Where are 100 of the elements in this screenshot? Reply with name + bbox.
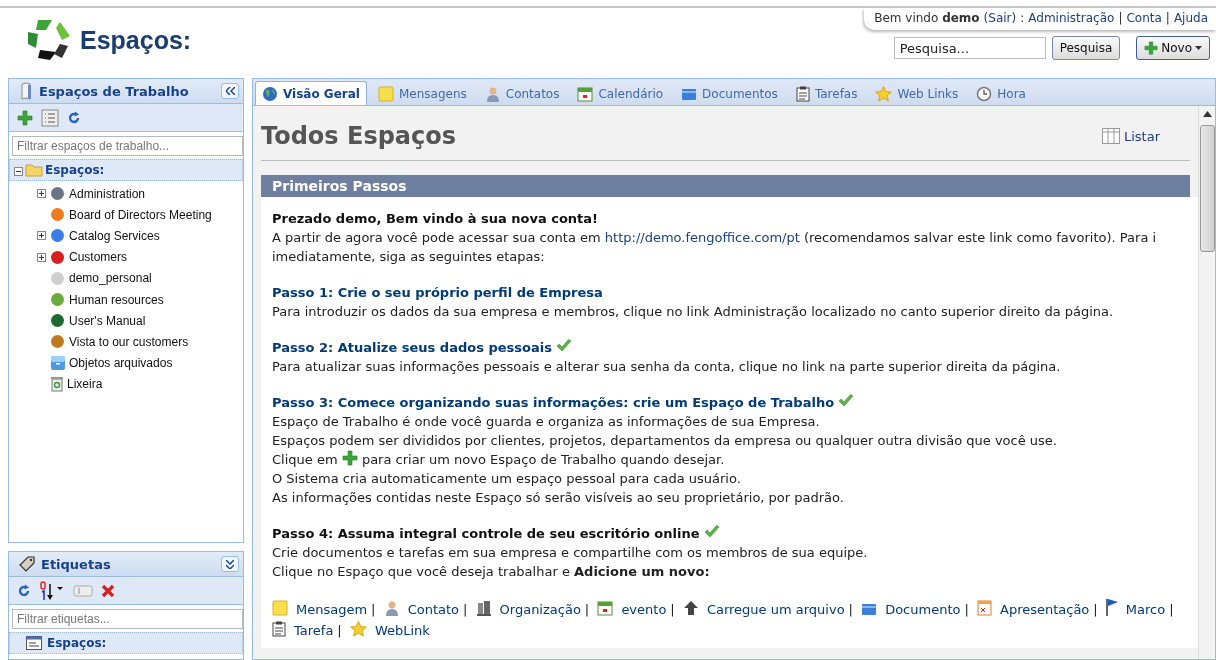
tree-item[interactable]: Espaços: xyxy=(45,163,105,177)
tree-item[interactable]: Human resources xyxy=(69,292,164,307)
quick-add-link[interactable]: WebLink xyxy=(374,623,430,638)
tab[interactable]: Tarefas xyxy=(788,81,865,105)
quick-add-link[interactable]: evento xyxy=(621,602,667,617)
url-link[interactable]: http://demo.fengoffice.com/pt xyxy=(604,230,800,245)
body-text: Clique em xyxy=(272,452,338,467)
plus-icon[interactable] xyxy=(341,450,358,466)
star-icon xyxy=(875,85,893,102)
tree-item[interactable]: Espaços: xyxy=(47,636,107,650)
step-title[interactable]: Passo 3: Comece organizando suas informações: crie um Espaço de Trabalho xyxy=(272,393,835,412)
list-view-button[interactable]: Listar xyxy=(1095,127,1166,145)
quick-add-link[interactable]: Apresentação xyxy=(1000,602,1090,617)
up-arrow-icon xyxy=(682,600,699,616)
step-title[interactable]: Passo 2: Atualize seus dados pessoais xyxy=(272,338,552,357)
scroll-thumb[interactable] xyxy=(1199,125,1215,252)
tree-item[interactable]: Catalog Services xyxy=(69,228,160,243)
body-text: A partir de agora você pode acessar sua conta em xyxy=(272,230,601,245)
body-text: Espaço de Trabalho é onde você guarda e organiza as informações de sua Empresa. xyxy=(272,413,821,431)
plus-icon[interactable] xyxy=(17,109,33,126)
tab[interactable]: Hora xyxy=(969,81,1033,105)
body-text: O Sistema cria automaticamente um espaço pessoal para cada usuário. xyxy=(272,470,742,488)
user-link[interactable]: Conta xyxy=(1126,11,1162,25)
double-chevron-down-icon xyxy=(226,559,234,569)
user-link[interactable]: Ajuda xyxy=(1173,11,1208,25)
body-text: Clique no Espaço que você deseja trabalhar e Adicione um novo: xyxy=(272,563,711,581)
clock-icon xyxy=(976,85,993,102)
tab[interactable]: Calendário xyxy=(570,81,671,105)
tab[interactable]: Contatos xyxy=(477,81,567,105)
flag-icon xyxy=(1105,598,1118,616)
caret-icon xyxy=(1195,46,1202,50)
expand-toggle[interactable] xyxy=(37,189,46,199)
quick-add-link[interactable]: Documento xyxy=(885,602,961,617)
star-icon xyxy=(349,621,367,637)
new-button[interactable]: Novo xyxy=(1136,36,1210,60)
tree-item[interactable]: Vista to our customers xyxy=(69,334,189,349)
panel-title: Espaços de Trabalho xyxy=(39,83,190,99)
tab[interactable]: Documentos xyxy=(674,81,785,105)
expand-toggle[interactable] xyxy=(37,252,46,262)
step-title[interactable]: Passo 1: Crie o seu próprio perfil de Empresa xyxy=(272,283,603,302)
tree-item[interactable]: User's Manual xyxy=(69,313,146,328)
panel-title: Etiquetas xyxy=(41,556,112,572)
separator: | xyxy=(1118,11,1123,25)
globe-icon xyxy=(262,85,278,102)
separator: | xyxy=(463,602,468,617)
book-icon xyxy=(19,82,33,100)
tree-item[interactable]: Board of Directors Meeting xyxy=(69,207,212,222)
user-link[interactable]: Administração xyxy=(1028,11,1115,25)
tab[interactable]: Mensagens xyxy=(370,81,474,105)
welcome-text: Bem vindo demo xyxy=(874,11,980,25)
tab[interactable]: Web Links xyxy=(868,81,966,105)
expand-button[interactable] xyxy=(221,556,239,572)
archive-box-icon xyxy=(50,355,66,372)
tree-item[interactable]: demo_personal xyxy=(69,271,152,286)
user-link[interactable]: (Sair) xyxy=(983,11,1017,25)
tree-item[interactable]: Objetos arquivados xyxy=(69,356,173,371)
quick-add-link[interactable]: Marco xyxy=(1125,602,1166,617)
body-text: (recomendamos salvar este link como favorito). Para i xyxy=(803,230,1157,245)
body-text: Espaços podem ser divididos por clientes, projetos, departamentos da empresa ou qualquer outra divisão que você use. xyxy=(272,432,1058,450)
separator: | xyxy=(1169,602,1174,617)
tree-item[interactable]: Customers xyxy=(69,250,127,265)
body-text: imediatamente, siga as seguintes etapas: xyxy=(272,248,546,266)
quick-add-link[interactable]: Organização xyxy=(499,602,581,617)
trash-icon xyxy=(50,376,64,393)
filter-field[interactable]: Filtrar etiquetas... xyxy=(12,609,243,629)
separator: | xyxy=(584,602,590,617)
plus-icon[interactable] xyxy=(1144,41,1159,55)
quick-add-link[interactable]: Mensagem xyxy=(296,602,368,617)
calendar-icon xyxy=(597,600,614,616)
separator: | xyxy=(337,623,342,638)
refresh-icon[interactable] xyxy=(67,110,81,125)
separator: | xyxy=(964,602,969,617)
columns-icon xyxy=(1101,128,1120,144)
refresh-icon[interactable] xyxy=(17,583,31,598)
filter-field[interactable]: Filtrar espaços de trabalho... xyxy=(12,136,243,156)
collapse-button[interactable] xyxy=(221,83,239,99)
quick-add-link[interactable]: Contato xyxy=(407,602,460,617)
calendar-icon xyxy=(577,85,594,102)
clipboard-icon xyxy=(795,85,810,102)
clipboard-icon xyxy=(272,621,286,637)
list-icon xyxy=(26,636,42,650)
scroll-up-arrow-icon[interactable] xyxy=(1202,111,1212,117)
section-header: Primeiros Passos xyxy=(261,175,1190,197)
body-text: As informações contidas neste Espaço só serão visíveis ao seu proprietário, por padrão. xyxy=(272,489,845,507)
sort-icon[interactable] xyxy=(39,580,65,601)
person-icon xyxy=(383,600,400,616)
search-button[interactable]: Pesquisa xyxy=(1051,36,1121,60)
tree-item[interactable]: Administration xyxy=(69,186,146,201)
expand-toggle[interactable] xyxy=(37,231,46,241)
tree-item[interactable]: Lixeira xyxy=(67,377,103,392)
delete-icon[interactable] xyxy=(101,583,115,598)
search-field[interactable]: Pesquisa... xyxy=(893,37,1046,59)
separator: | xyxy=(371,602,376,617)
quick-add-link[interactable]: Tarefa xyxy=(294,623,334,638)
quick-add-link[interactable]: Carregue um arquivo xyxy=(706,602,845,617)
note-icon xyxy=(272,600,288,616)
step-title: Passo 4: Assuma integral controle de seu escritório online xyxy=(272,525,700,543)
tab[interactable]: Visão Geral xyxy=(255,81,367,105)
separator: | xyxy=(670,602,675,617)
body-text: Crie documentos e tarefas em sua empresa e compartilhe com os membros de sua equipe. xyxy=(272,544,869,562)
